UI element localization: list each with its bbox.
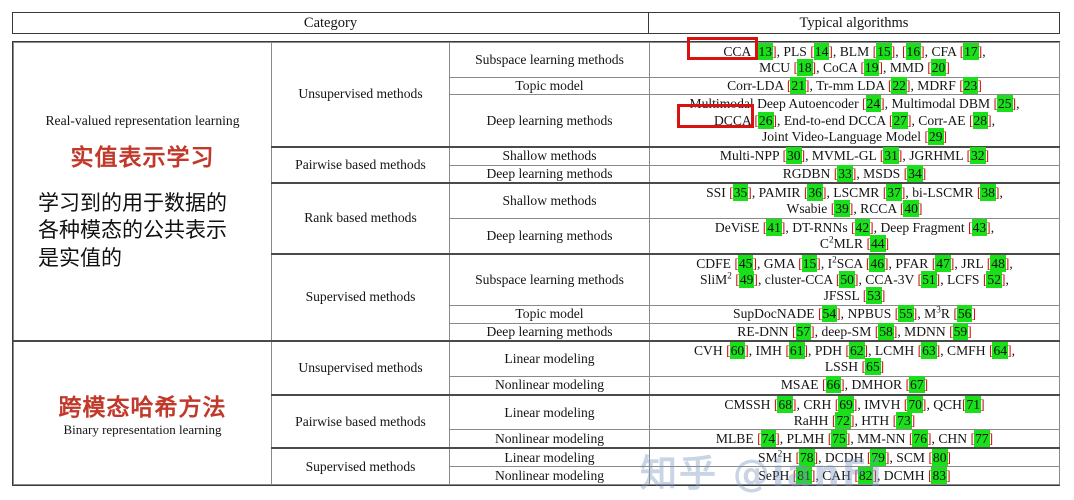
- subtype-deep-learning-methods: Deep learning methods: [449, 164, 650, 184]
- block-note-cn: 学习到的用于数据的各种模态的公共表示是实值的: [38, 190, 227, 271]
- group-pairwise-based-methods: Pairwise based methods: [271, 393, 450, 449]
- table-header-row: Category Typical algorithms: [12, 12, 1060, 34]
- algorithms-cell: CCA [13], PLS [14], BLM [15], [16], CFA …: [649, 42, 1060, 78]
- subtype-subspace-learning-methods: Subspace learning methods: [449, 252, 650, 306]
- block-label-real-valued: Real-valued representation learning 实值表示…: [13, 42, 272, 342]
- group-pairwise-based-methods: Pairwise based methods: [271, 145, 450, 184]
- group-supervised-methods: Supervised methods: [271, 447, 450, 486]
- table-row: Real-valued representation learning 实值表示…: [13, 41, 1060, 342]
- subtype-linear-modeling: Linear modeling: [449, 393, 650, 431]
- table-body: Real-valued representation learning 实值表示…: [12, 41, 1060, 486]
- subtype-shallow-methods: Shallow methods: [449, 182, 650, 219]
- block-title-en: Real-valued representation learning: [45, 112, 240, 128]
- subtype-linear-modeling: Linear modeling: [449, 340, 650, 378]
- algorithms-cell: DeViSE [41], DT-RNNs [42], Deep Fragment…: [649, 217, 1060, 255]
- table-row: 跨模态哈希方法 Binary representation learning U…: [13, 340, 1060, 486]
- subtype-topic-model: Topic model: [449, 304, 650, 324]
- subtype-deep-learning-methods: Deep learning methods: [449, 322, 650, 342]
- subtype-deep-learning-methods: Deep learning methods: [449, 217, 650, 255]
- block-title-en: Binary representation learning: [63, 422, 222, 438]
- group-unsupervised-methods: Unsupervised methods: [271, 340, 450, 396]
- subtype-shallow-methods: Shallow methods: [449, 145, 650, 166]
- subtype-nonlinear-modeling: Nonlinear modeling: [449, 429, 650, 449]
- algorithms-cell: CMSSH [68], CRH [69], IMVH [70], QCH[71]…: [649, 393, 1060, 431]
- algorithms-cell: Corr-LDA [21], Tr-mm LDA [22], MDRF [23]: [649, 76, 1060, 96]
- subtype-deep-learning-methods: Deep learning methods: [449, 94, 650, 148]
- block-title-cn: 跨模态哈希方法: [58, 395, 227, 422]
- algorithms-cell: CDFE [45], GMA [15], I2SCA [46], PFAR [4…: [649, 252, 1060, 306]
- algorithms-cell: SupDocNADE [54], NPBUS [55], M3R [56]: [649, 304, 1060, 324]
- subtype-linear-modeling: Linear modeling: [449, 447, 650, 468]
- block-label-cross-modal-hashing: 跨模态哈希方法 Binary representation learning: [13, 340, 272, 486]
- algorithms-cell: SSI [35], PAMIR [36], LSCMR [37], bi-LSC…: [649, 182, 1060, 219]
- subtype-nonlinear-modeling: Nonlinear modeling: [449, 466, 650, 485]
- group-unsupervised-methods: Unsupervised methods: [271, 41, 450, 148]
- subtype-nonlinear-modeling: Nonlinear modeling: [449, 376, 650, 396]
- algorithms-cell: RE-DNN [57], deep-SM [58], MDNN [59]: [649, 322, 1060, 342]
- subtype-subspace-learning-methods: Subspace learning methods: [449, 42, 650, 78]
- algorithms-cell: CVH [60], IMH [61], PDH [62], LCMH [63],…: [649, 340, 1060, 378]
- algorithms-cell: MSAE [66], DMHOR [67]: [649, 376, 1060, 396]
- block-title-cn: 实值表示学习: [70, 144, 215, 171]
- header-typical-algorithms: Typical algorithms: [799, 14, 909, 31]
- table-figure: Category Typical algorithms Real-valued …: [0, 0, 1074, 500]
- algorithms-cell: MLBE [74], PLMH [75], MM-NN [76], CHN [7…: [649, 429, 1060, 449]
- group-rank-based-methods: Rank based methods: [271, 182, 450, 255]
- algorithms-cell: SePH [81], CAH [82], DCMH [83]: [649, 466, 1060, 485]
- algorithms-cell: SM2H [78], DCDH [79], SCM [80]: [649, 447, 1060, 468]
- subtype-topic-model: Topic model: [449, 76, 650, 96]
- algorithms-cell: RGDBN [33], MSDS [34]: [649, 164, 1060, 184]
- algorithms-cell: Multimodal Deep Autoencoder [24], Multim…: [649, 94, 1060, 148]
- group-supervised-methods: Supervised methods: [271, 252, 450, 342]
- header-category: Category: [13, 13, 649, 33]
- algorithms-cell: Multi-NPP [30], MVML-GL [31], JGRHML [32…: [649, 145, 1060, 166]
